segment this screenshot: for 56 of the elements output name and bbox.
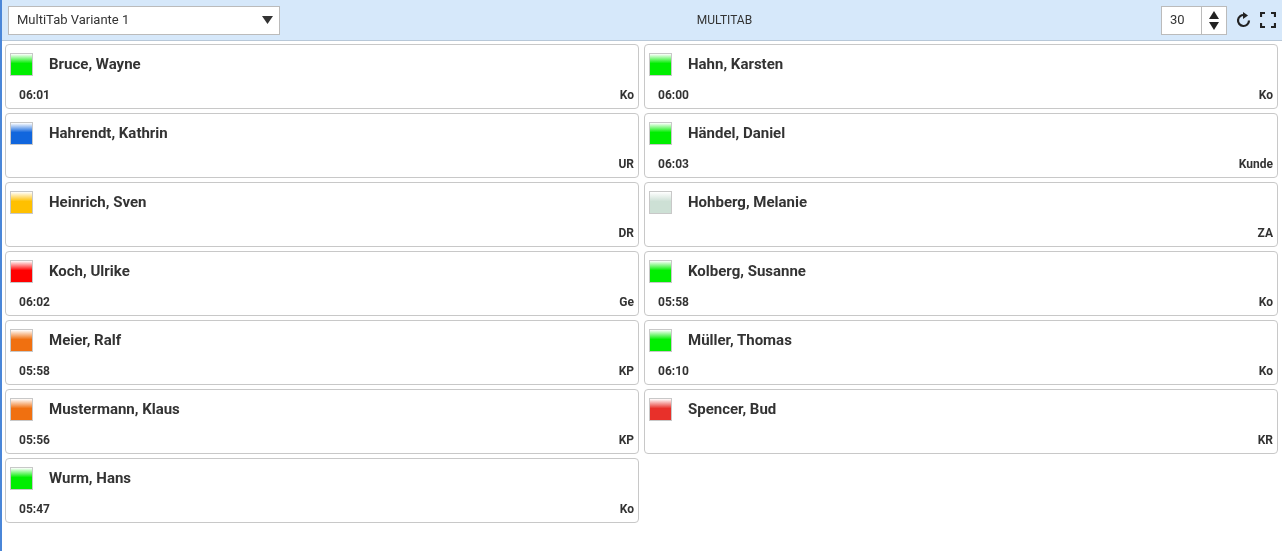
- person-card[interactable]: Bruce, Wayne 06:01 Ko: [5, 44, 639, 109]
- person-card[interactable]: Wurm, Hans 05:47 Ko: [5, 458, 639, 523]
- person-name: Hohberg, Melanie: [688, 192, 808, 214]
- status-code: Ko: [619, 501, 634, 518]
- status-code: Ge: [619, 294, 634, 311]
- person-name: Händel, Daniel: [688, 123, 786, 145]
- status-code: Kunde: [1238, 156, 1273, 173]
- status-code: Ko: [1258, 363, 1273, 380]
- time-label: 05:58: [18, 363, 50, 380]
- person-card[interactable]: Hahn, Karsten 06:00 Ko: [644, 44, 1278, 109]
- status-code: Ko: [1258, 294, 1273, 311]
- person-name: Kolberg, Susanne: [688, 261, 806, 283]
- person-name: Wurm, Hans: [49, 468, 132, 490]
- person-name: Hahrendt, Kathrin: [49, 123, 168, 145]
- status-code: KR: [1257, 432, 1273, 449]
- interval-spinner[interactable]: 30: [1161, 5, 1227, 35]
- status-code: UR: [618, 156, 634, 173]
- status-code: KP: [618, 363, 634, 380]
- caret-icon: [262, 16, 273, 24]
- time-label: 05:56: [18, 432, 50, 449]
- person-card[interactable]: Meier, Ralf 05:58 KP: [5, 320, 639, 385]
- refresh-icon[interactable]: [1235, 11, 1252, 29]
- person-card[interactable]: Koch, Ulrike 06:02 Ge: [5, 251, 639, 316]
- time-label: 05:58: [657, 294, 689, 311]
- time-label: 06:10: [657, 363, 689, 380]
- status-code: Ko: [1258, 87, 1273, 104]
- status-code: DR: [618, 225, 634, 242]
- status-code: Ko: [619, 87, 634, 104]
- person-card[interactable]: Hahrendt, Kathrin UR: [5, 113, 639, 178]
- person-card[interactable]: Heinrich, Sven DR: [5, 182, 639, 247]
- time-label: 06:01: [18, 87, 50, 104]
- fullscreen-icon[interactable]: [1260, 12, 1276, 28]
- time-label: 06:03: [657, 156, 689, 173]
- status-code: ZA: [1257, 225, 1273, 242]
- person-card[interactable]: Händel, Daniel 06:03 Kunde: [644, 113, 1278, 178]
- person-card[interactable]: Hohberg, Melanie ZA: [644, 182, 1278, 247]
- person-name: Meier, Ralf: [49, 330, 122, 352]
- person-card[interactable]: Mustermann, Klaus 05:56 KP: [5, 389, 639, 454]
- time-label: 06:02: [18, 294, 50, 311]
- person-name: Müller, Thomas: [688, 330, 792, 352]
- person-card[interactable]: Müller, Thomas 06:10 Ko: [644, 320, 1278, 385]
- person-name: Koch, Ulrike: [49, 261, 130, 283]
- time-label: 05:47: [18, 501, 50, 518]
- person-name: Heinrich, Sven: [49, 192, 147, 214]
- view-dropdown[interactable]: MultiTab Variante 1: [8, 5, 280, 35]
- header-title: MULTITAB: [695, 12, 754, 29]
- status-code: KP: [618, 432, 634, 449]
- person-card[interactable]: Kolberg, Susanne 05:58 Ko: [644, 251, 1278, 316]
- arrow-down-icon[interactable]: [1209, 21, 1219, 30]
- person-name: Mustermann, Klaus: [49, 399, 180, 421]
- person-card[interactable]: Spencer, Bud KR: [644, 389, 1278, 454]
- person-name: Spencer, Bud: [688, 399, 777, 421]
- time-label: 06:00: [657, 87, 689, 104]
- arrow-up-icon[interactable]: [1209, 10, 1219, 19]
- person-name: Hahn, Karsten: [688, 54, 784, 76]
- person-name: Bruce, Wayne: [49, 54, 141, 76]
